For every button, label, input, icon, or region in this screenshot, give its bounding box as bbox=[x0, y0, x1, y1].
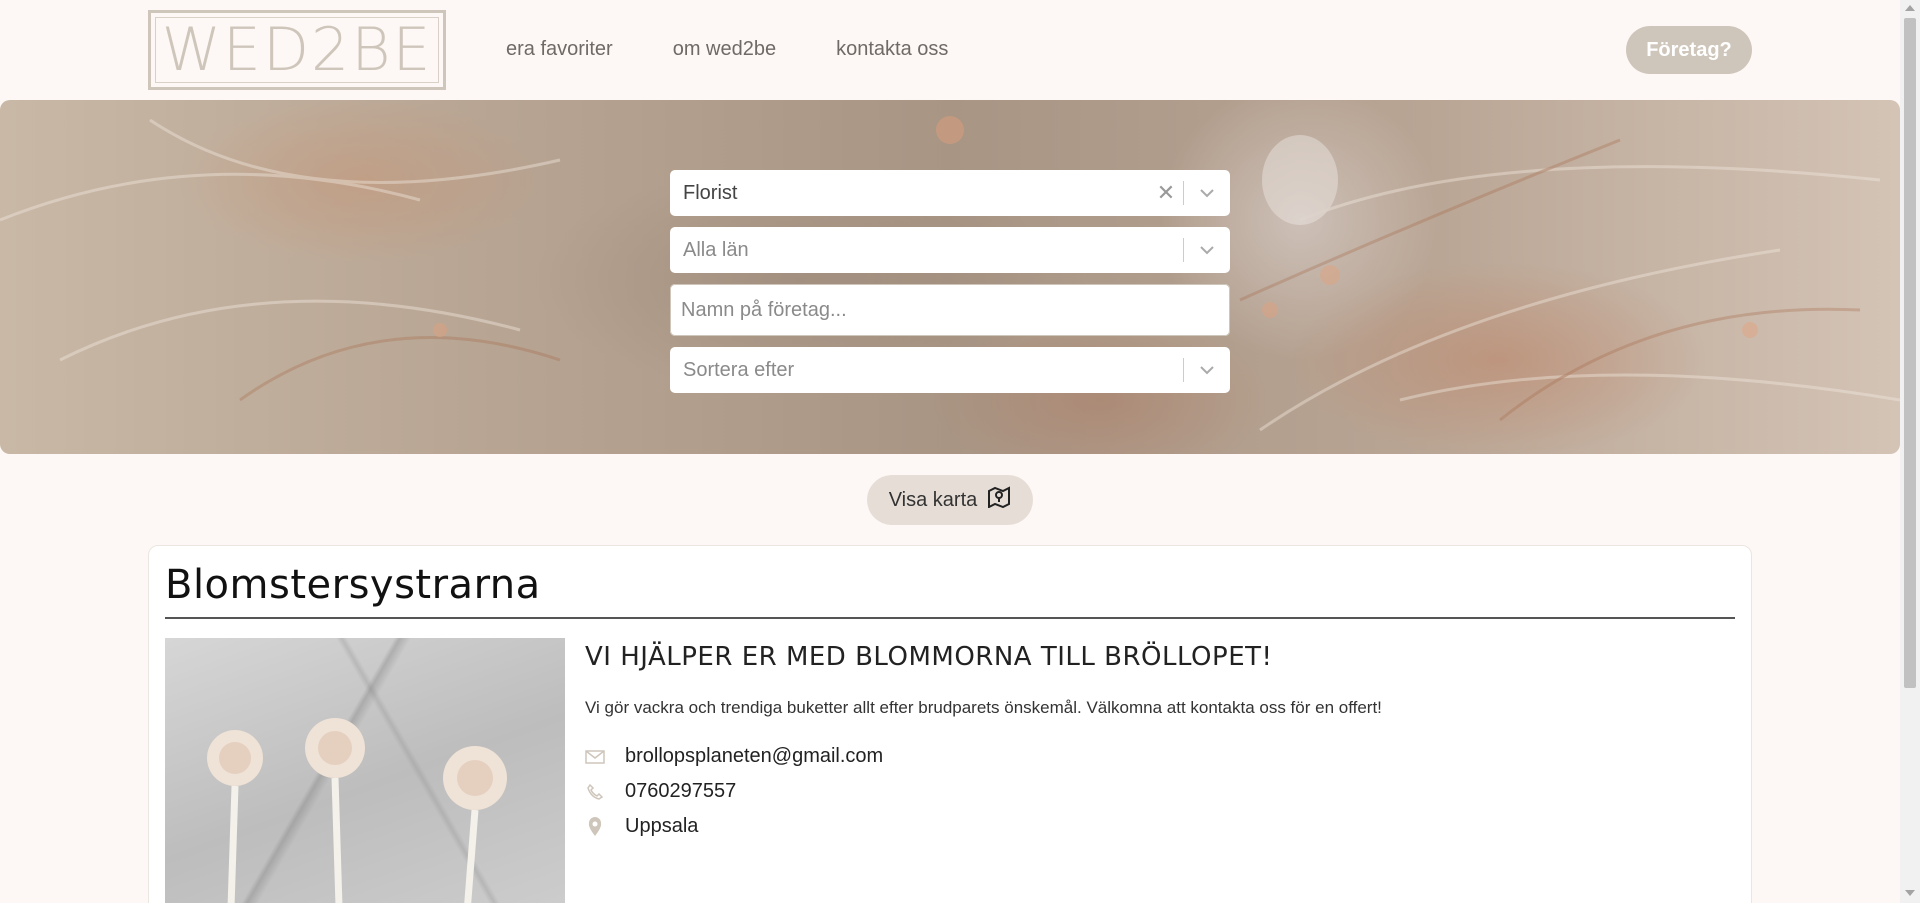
show-map-button[interactable]: Visa karta bbox=[867, 475, 1033, 525]
sort-placeholder: Sortera efter bbox=[683, 358, 795, 381]
category-select[interactable]: Florist ✕ bbox=[670, 170, 1230, 216]
hero-floral-background bbox=[0, 116, 1900, 432]
company-headline: VI HJÄLPER ER MED BLOMMORNA TILL BRÖLLOP… bbox=[585, 642, 1273, 672]
scroll-up-arrow[interactable] bbox=[1905, 5, 1915, 11]
scrollbar-thumb[interactable] bbox=[1904, 18, 1916, 688]
region-select[interactable]: Alla län bbox=[670, 227, 1230, 273]
main-nav: era favoriter om wed2be kontakta oss bbox=[506, 38, 948, 61]
company-name-input[interactable] bbox=[670, 284, 1230, 336]
phone-icon bbox=[585, 783, 605, 801]
divider bbox=[165, 617, 1735, 619]
mail-icon bbox=[585, 749, 605, 764]
hero-banner: Florist ✕ Alla län Sortera efter bbox=[0, 100, 1900, 454]
scroll-down-arrow[interactable] bbox=[1905, 890, 1915, 896]
company-city: Uppsala bbox=[625, 815, 699, 837]
location-pin-icon bbox=[585, 816, 605, 837]
chevron-down-icon[interactable] bbox=[1184, 245, 1230, 255]
result-card: Blomstersystrarna VI HJÄLPER ER MED BLOM… bbox=[148, 545, 1752, 903]
nav-about[interactable]: om wed2be bbox=[673, 38, 776, 61]
chevron-down-icon[interactable] bbox=[1184, 188, 1230, 198]
company-phone[interactable]: 0760297557 bbox=[625, 780, 736, 803]
business-button[interactable]: Företag? bbox=[1626, 26, 1752, 74]
company-email[interactable]: brollopsplaneten@gmail.com bbox=[625, 745, 883, 768]
company-image[interactable] bbox=[165, 638, 565, 903]
map-icon bbox=[987, 486, 1011, 514]
company-name-field bbox=[670, 284, 1230, 336]
nav-contact[interactable]: kontakta oss bbox=[836, 38, 948, 61]
company-name[interactable]: Blomstersystrarna bbox=[165, 562, 541, 608]
nav-favorites[interactable]: era favoriter bbox=[506, 38, 613, 61]
show-map-label: Visa karta bbox=[888, 488, 978, 511]
site-header: WED2BE era favoriter om wed2be kontakta … bbox=[0, 0, 1900, 100]
location-row: Uppsala bbox=[585, 815, 698, 838]
email-row: brollopsplaneten@gmail.com bbox=[585, 745, 883, 768]
category-value: Florist bbox=[683, 181, 738, 204]
close-icon[interactable]: ✕ bbox=[1149, 180, 1183, 206]
chevron-down-icon[interactable] bbox=[1184, 365, 1230, 375]
site-logo[interactable]: WED2BE bbox=[148, 10, 446, 90]
company-description: Vi gör vackra och trendiga buketter allt… bbox=[585, 698, 1382, 717]
logo-text: WED2BE bbox=[161, 15, 433, 85]
region-placeholder: Alla län bbox=[683, 238, 749, 261]
sort-select[interactable]: Sortera efter bbox=[670, 347, 1230, 393]
page-scrollbar[interactable] bbox=[1900, 0, 1920, 903]
phone-row: 0760297557 bbox=[585, 780, 736, 803]
